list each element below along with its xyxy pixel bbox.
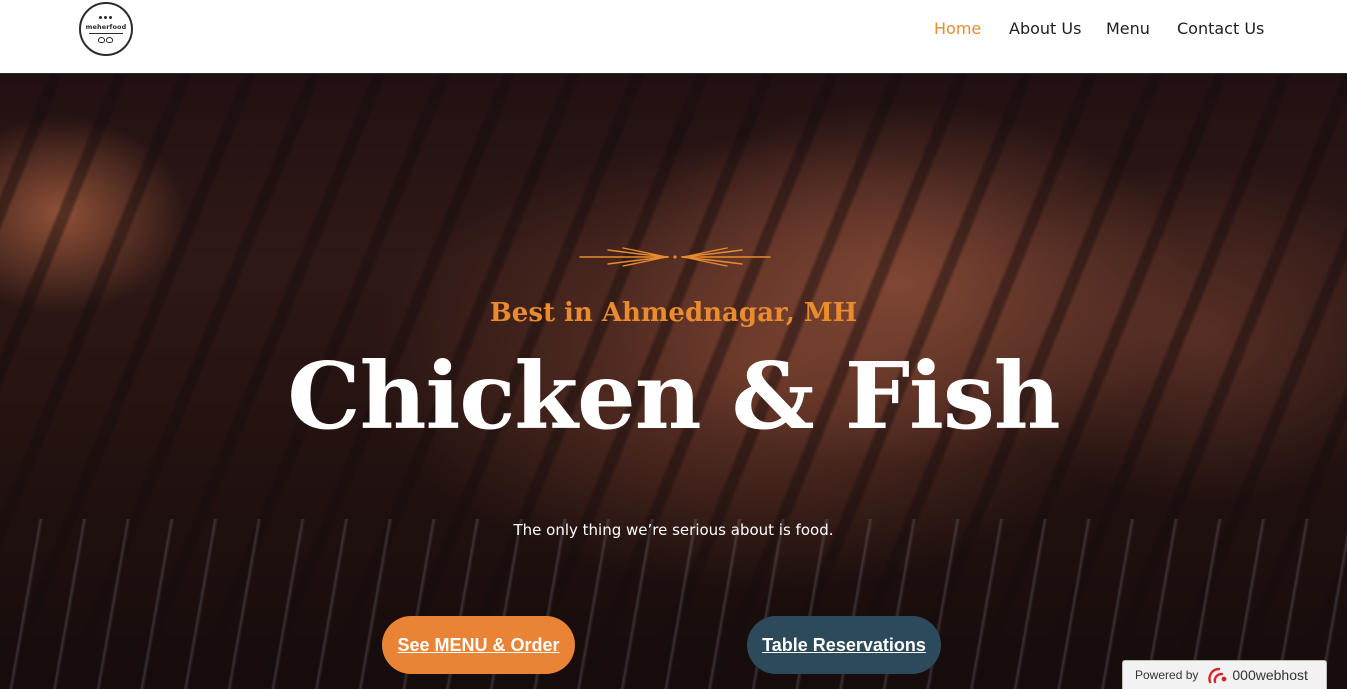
main-nav: Home About Us Menu Contact Us: [0, 18, 1347, 40]
ornament-divider-icon: [579, 247, 771, 267]
powered-by-badge[interactable]: Powered by 000webhost: [1122, 660, 1327, 689]
hero-tagline: The only thing we’re serious about is fo…: [513, 521, 834, 539]
nav-menu[interactable]: Menu: [1106, 18, 1150, 40]
hero-eyebrow: Best in Ahmednagar, MH: [489, 298, 858, 328]
hero-section: Best in Ahmednagar, MH Chicken & Fish Th…: [0, 74, 1347, 689]
nav-home[interactable]: Home: [934, 18, 981, 40]
powered-by-label: Powered by: [1135, 668, 1199, 682]
table-reservations-button[interactable]: Table Reservations: [747, 616, 941, 674]
see-menu-order-button[interactable]: See MENU & Order: [382, 616, 575, 674]
powered-by-brand: 000webhost: [1232, 667, 1308, 683]
hero-headline: Chicken & Fish: [287, 342, 1060, 450]
site-header: meherfood Home About Us Menu Contact Us: [0, 0, 1347, 74]
nav-contact-us[interactable]: Contact Us: [1177, 18, 1264, 40]
nav-about-us[interactable]: About Us: [1009, 18, 1081, 40]
000webhost-logo-icon: [1208, 667, 1227, 684]
